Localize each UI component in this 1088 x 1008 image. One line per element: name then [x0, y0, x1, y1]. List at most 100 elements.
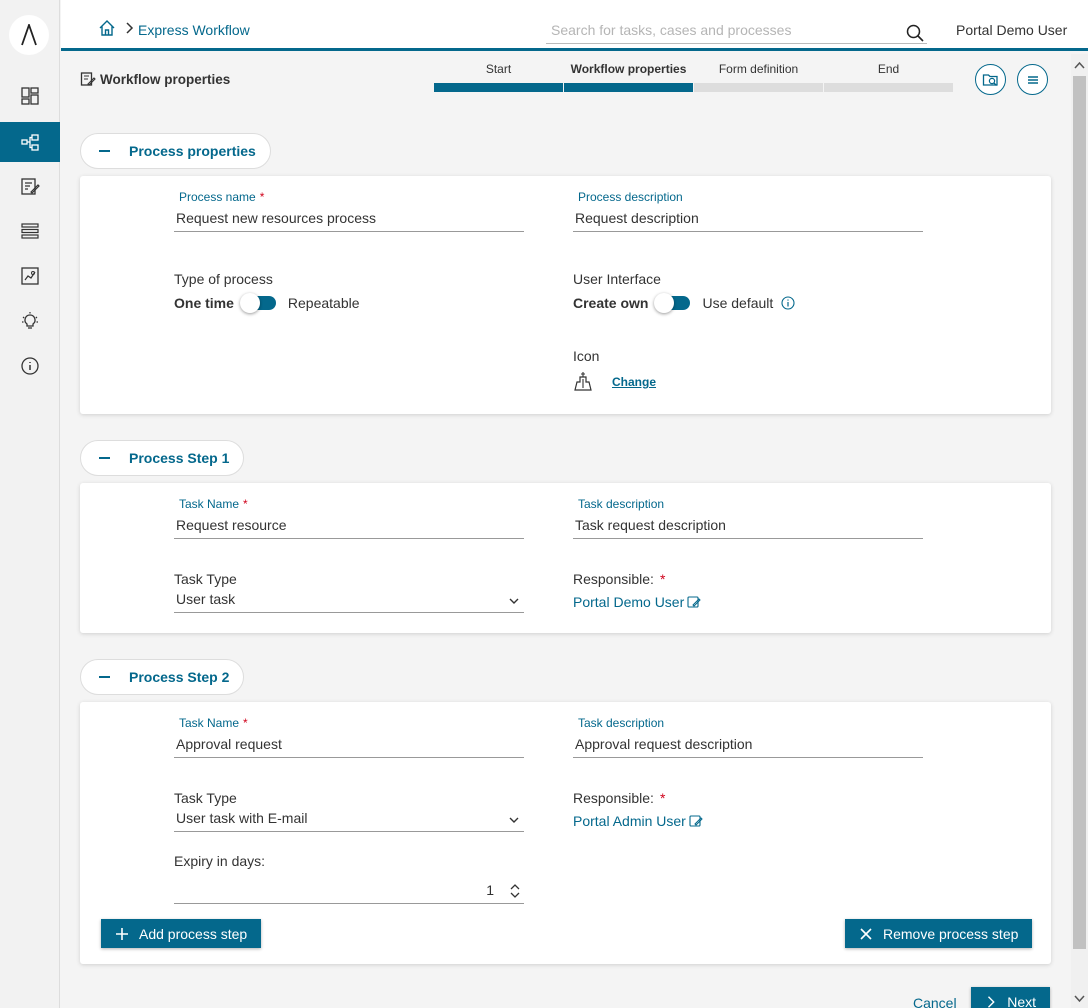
chevron-down-icon	[509, 598, 519, 604]
task-type-select[interactable]: User task with E-mail	[174, 808, 524, 832]
workflow-icon	[21, 134, 39, 151]
sidebar-item-statistics[interactable]	[0, 256, 60, 296]
type-of-process-toggle-row: One time Repeatable	[174, 293, 360, 313]
step-form-definition-bar	[694, 83, 823, 92]
create-own-option: Create own	[573, 295, 649, 311]
info-circle-icon[interactable]	[781, 296, 795, 310]
sidebar-item-tasks[interactable]	[0, 166, 60, 206]
responsible-user-link[interactable]: Portal Demo User	[573, 594, 702, 610]
step-end-label: End	[877, 62, 900, 76]
plus-icon	[116, 927, 128, 940]
process-step-2-title: Process Step 2	[129, 669, 230, 685]
edit-responsible-icon	[687, 596, 701, 608]
task-type-label: Task Type	[174, 571, 237, 587]
remove-process-step-button[interactable]: Remove process step	[845, 919, 1033, 948]
next-button[interactable]: Next	[971, 987, 1050, 1008]
scrollbar-thumb[interactable]	[1073, 76, 1086, 949]
chevron-right-icon	[987, 996, 995, 1008]
expiry-label: Expiry in days:	[174, 853, 266, 869]
process-name-input[interactable]: Request new resources process	[174, 208, 524, 232]
step-form-definition-label: Form definition	[718, 62, 799, 76]
sidebar-item-workflow[interactable]	[0, 122, 60, 162]
step-workflow-properties-label: Workflow properties	[570, 62, 687, 76]
use-default-option: Use default	[702, 295, 774, 311]
type-of-process-switch[interactable]	[239, 293, 276, 313]
list-icon	[21, 223, 39, 239]
responsible-user-link[interactable]: Portal Admin User	[573, 813, 704, 829]
task-description-label: Task description	[578, 497, 665, 511]
responsible-user-name: Portal Demo User	[573, 594, 685, 610]
collapse-minus-icon	[99, 150, 110, 152]
switch-knob	[239, 293, 260, 313]
task-type-select[interactable]: User task	[174, 589, 524, 613]
sidebar-item-ideas[interactable]	[0, 301, 60, 341]
sidebar-item-info[interactable]	[0, 346, 60, 386]
dashboard-icon	[21, 87, 39, 105]
expiry-days-input[interactable]: 1	[174, 880, 524, 904]
required-asterisk: *	[659, 571, 666, 587]
search-icon[interactable]	[905, 23, 925, 43]
task-type-selected-value: User task with E-mail	[176, 810, 308, 826]
spinner-arrows-icon[interactable]	[510, 882, 520, 900]
task-description-input[interactable]: Task request description	[573, 515, 923, 539]
step-start-label: Start	[485, 62, 512, 76]
sidebar-item-dashboard[interactable]	[0, 76, 60, 116]
task-type-selected-value: User task	[176, 591, 236, 607]
task-name-input[interactable]: Approval request	[174, 734, 524, 758]
edit-document-icon	[80, 72, 96, 86]
step-workflow-properties: Workflow properties	[564, 60, 693, 92]
user-interface-label: User Interface	[573, 271, 661, 287]
repeatable-option: Repeatable	[287, 295, 360, 311]
responsible-label: Responsible: *	[573, 790, 665, 806]
add-process-step-label: Add process step	[139, 925, 248, 942]
process-step-2-toggle[interactable]: Process Step 2	[80, 659, 245, 695]
user-interface-switch[interactable]	[654, 293, 691, 313]
search-input[interactable]	[546, 20, 886, 40]
process-properties-card: Process name * Request new resources proc…	[80, 176, 1051, 414]
sidebar-item-cases[interactable]	[0, 211, 60, 251]
user-menu[interactable]: Portal Demo User	[956, 22, 1067, 38]
scroll-up-icon[interactable]	[1074, 60, 1085, 71]
task-name-label: Task Name *	[179, 716, 248, 730]
task-name-input[interactable]: Request resource	[174, 515, 524, 539]
search-process-button[interactable]	[975, 64, 1006, 95]
vertical-scrollbar[interactable]	[1071, 54, 1088, 1008]
task-name-label-text: Task Name	[179, 716, 240, 730]
main-content: Workflow properties Start Workflow prope…	[61, 54, 1071, 1008]
remove-process-step-label: Remove process step	[883, 925, 1019, 942]
scroll-down-icon[interactable]	[1074, 993, 1085, 1004]
required-asterisk: *	[259, 190, 265, 204]
app-logo[interactable]	[9, 15, 49, 55]
step-workflow-properties-bar	[564, 83, 693, 92]
chevron-down-icon	[509, 817, 519, 823]
task-edit-icon	[21, 178, 40, 195]
step-form-definition: Form definition	[694, 60, 823, 92]
process-description-input[interactable]: Request description	[573, 208, 923, 232]
required-asterisk: *	[243, 497, 248, 511]
page-title-text: Workflow properties	[100, 71, 231, 87]
home-icon[interactable]	[98, 19, 116, 37]
next-label: Next	[1007, 994, 1036, 1008]
menu-button[interactable]	[1017, 64, 1048, 95]
process-properties-toggle[interactable]: Process properties	[80, 133, 271, 169]
step-start: Start	[434, 60, 563, 92]
page-title: Workflow properties	[80, 71, 230, 87]
responsible-user-name: Portal Admin User	[573, 813, 686, 829]
add-process-step-button[interactable]: Add process step	[101, 919, 262, 948]
hamburger-menu-icon	[1027, 75, 1038, 84]
statistics-icon	[21, 267, 39, 285]
breadcrumb-express-workflow[interactable]: Express Workflow	[138, 22, 250, 38]
process-step-1-card: Task Name * Request resource Task descrip…	[80, 483, 1051, 633]
step-end-bar	[824, 83, 953, 92]
process-step-1-toggle[interactable]: Process Step 1	[80, 440, 245, 476]
sidebar	[0, 0, 60, 1008]
collapse-minus-icon	[99, 676, 110, 678]
change-icon-link[interactable]: Change	[612, 375, 656, 389]
folder-search-icon	[982, 73, 998, 86]
collapse-minus-icon	[99, 457, 110, 459]
required-asterisk: *	[659, 790, 666, 806]
icon-label: Icon	[573, 348, 600, 364]
task-description-input[interactable]: Approval request description	[573, 734, 923, 758]
responsible-label-text: Responsible:	[573, 790, 654, 806]
cancel-link[interactable]: Cancel	[913, 995, 957, 1008]
